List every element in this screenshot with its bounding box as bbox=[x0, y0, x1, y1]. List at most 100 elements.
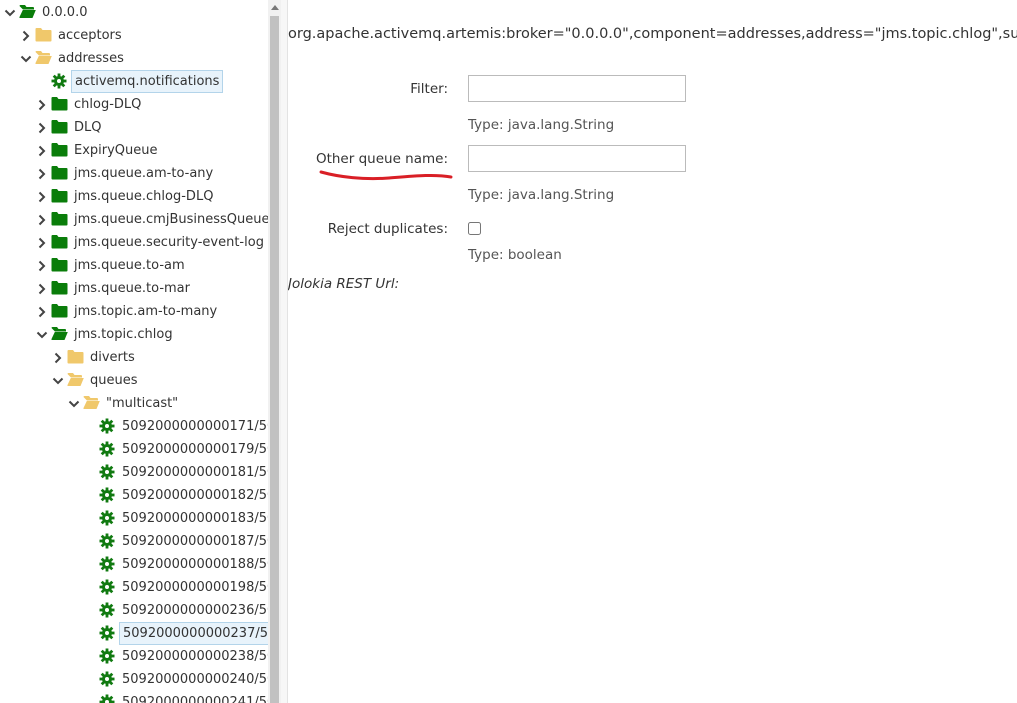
tree-node[interactable]: activemq.notifications bbox=[0, 70, 268, 93]
tree-node-label[interactable]: addresses bbox=[55, 47, 127, 70]
chevron-right-icon[interactable] bbox=[19, 24, 33, 47]
tree-node-label[interactable]: queues bbox=[87, 369, 141, 392]
tree-node[interactable]: acceptors bbox=[0, 24, 268, 47]
tree-node-label[interactable]: 5092000000000183/50 bbox=[119, 507, 268, 530]
pane-splitter[interactable] bbox=[281, 0, 288, 703]
tree-node-label[interactable]: 5092000000000240/50 bbox=[119, 668, 268, 691]
tree-scrollbar[interactable] bbox=[268, 0, 281, 703]
tree-node[interactable]: jms.topic.chlog bbox=[0, 323, 268, 346]
tree-node[interactable]: 5092000000000183/50 bbox=[0, 507, 268, 530]
tree-node-label[interactable]: jms.queue.to-am bbox=[71, 254, 188, 277]
chevron-right-icon[interactable] bbox=[51, 346, 65, 369]
tree-node[interactable]: 5092000000000236/50 bbox=[0, 599, 268, 622]
chevron-down-icon[interactable] bbox=[67, 392, 81, 415]
folder-open-icon bbox=[51, 326, 68, 342]
tree-node-label[interactable]: 5092000000000182/50 bbox=[119, 484, 268, 507]
tree-node[interactable]: addresses bbox=[0, 47, 268, 70]
reject-duplicates-type-text: Type: boolean bbox=[468, 247, 562, 263]
scrollbar-thumb[interactable] bbox=[270, 16, 279, 703]
gear-icon bbox=[51, 73, 68, 89]
tree-node[interactable]: 5092000000000179/50 bbox=[0, 438, 268, 461]
chevron-down-icon[interactable] bbox=[3, 1, 17, 24]
tree-node-label[interactable]: 5092000000000187/50 bbox=[119, 530, 268, 553]
folder-icon bbox=[51, 211, 68, 227]
tree-node[interactable]: jms.queue.chlog-DLQ bbox=[0, 185, 268, 208]
folder-open-icon bbox=[19, 4, 36, 20]
chevron-right-icon[interactable] bbox=[35, 254, 49, 277]
tree-node[interactable]: 5092000000000188/50 bbox=[0, 553, 268, 576]
tree-node-label[interactable]: jms.topic.am-to-many bbox=[71, 300, 220, 323]
tree-node[interactable]: jms.queue.to-mar bbox=[0, 277, 268, 300]
tree-node-label[interactable]: jms.queue.chlog-DLQ bbox=[71, 185, 216, 208]
tree-node-label[interactable]: 5092000000000188/50 bbox=[119, 553, 268, 576]
chevron-right-icon[interactable] bbox=[35, 277, 49, 300]
tree-node[interactable]: diverts bbox=[0, 346, 268, 369]
chevron-down-icon[interactable] bbox=[19, 47, 33, 70]
tree-node[interactable]: 5092000000000241/50 bbox=[0, 691, 268, 703]
tree-node-label[interactable]: 5092000000000179/50 bbox=[119, 438, 268, 461]
gear-icon bbox=[99, 648, 116, 664]
tree-node-label[interactable]: 5092000000000238/50 bbox=[119, 645, 268, 668]
tree-node[interactable]: 5092000000000181/50 bbox=[0, 461, 268, 484]
gear-icon bbox=[99, 694, 116, 703]
tree-node[interactable]: 5092000000000182/50 bbox=[0, 484, 268, 507]
tree-node-label[interactable]: DLQ bbox=[71, 116, 105, 139]
tree-node[interactable]: 5092000000000198/50 bbox=[0, 576, 268, 599]
tree-node-label[interactable]: ExpiryQueue bbox=[71, 139, 161, 162]
tree-node-label[interactable]: jms.queue.security-event-log bbox=[71, 231, 267, 254]
jmx-tree: 0.0.0.0 acceptors addresses activemq.notifi… bbox=[0, 0, 268, 703]
other-queue-name-type-text: Type: java.lang.String bbox=[468, 187, 615, 203]
tree-node[interactable]: "multicast" bbox=[0, 392, 268, 415]
tree-node-label[interactable]: 5092000000000198/50 bbox=[119, 576, 268, 599]
tree-node-label[interactable]: jms.queue.cmjBusinessQueue bbox=[71, 208, 268, 231]
tree-node-label[interactable]: activemq.notifications bbox=[71, 70, 224, 93]
tree-node[interactable]: DLQ bbox=[0, 116, 268, 139]
chevron-right-icon[interactable] bbox=[35, 231, 49, 254]
tree-node-label[interactable]: 5092000000000181/50 bbox=[119, 461, 268, 484]
tree-node[interactable]: 5092000000000171/50 bbox=[0, 415, 268, 438]
filter-input[interactable] bbox=[468, 75, 686, 102]
chevron-right-icon[interactable] bbox=[35, 208, 49, 231]
tree-node-label[interactable]: jms.queue.to-mar bbox=[71, 277, 193, 300]
tree-node-label[interactable]: acceptors bbox=[55, 24, 125, 47]
chevron-right-icon[interactable] bbox=[35, 139, 49, 162]
reject-duplicates-checkbox[interactable] bbox=[468, 222, 481, 235]
tree-node[interactable]: jms.topic.am-to-many bbox=[0, 300, 268, 323]
tree-node[interactable]: jms.queue.security-event-log bbox=[0, 231, 268, 254]
tree-node-label[interactable]: 0.0.0.0 bbox=[39, 1, 90, 24]
tree-node-label[interactable]: jms.topic.chlog bbox=[71, 323, 176, 346]
tree-node[interactable]: 5092000000000187/50 bbox=[0, 530, 268, 553]
scroll-up-arrow-icon[interactable] bbox=[268, 0, 281, 14]
chevron-right-icon[interactable] bbox=[35, 162, 49, 185]
chevron-right-icon[interactable] bbox=[35, 300, 49, 323]
tree-node[interactable]: 0.0.0.0 bbox=[0, 1, 268, 24]
chevron-right-icon[interactable] bbox=[35, 116, 49, 139]
red-handdrawn-underline bbox=[319, 170, 453, 181]
folder-icon bbox=[51, 303, 68, 319]
other-queue-name-input[interactable] bbox=[468, 145, 686, 172]
tree-node-label[interactable]: 5092000000000241/50 bbox=[119, 691, 268, 703]
tree-node-label[interactable]: 5092000000000171/50 bbox=[119, 415, 268, 438]
tree-node[interactable]: jms.queue.cmjBusinessQueue bbox=[0, 208, 268, 231]
tree-node[interactable]: jms.queue.am-to-any bbox=[0, 162, 268, 185]
chevron-right-icon[interactable] bbox=[35, 93, 49, 116]
tree-node-label[interactable]: chlog-DLQ bbox=[71, 93, 144, 116]
tree-node[interactable]: 5092000000000238/50 bbox=[0, 645, 268, 668]
chevron-down-icon[interactable] bbox=[51, 369, 65, 392]
chevron-right-icon[interactable] bbox=[35, 185, 49, 208]
tree-node[interactable]: queues bbox=[0, 369, 268, 392]
reject-duplicates-label: Reject duplicates: bbox=[327, 221, 448, 237]
tree-node-label[interactable]: 5092000000000236/50 bbox=[119, 599, 268, 622]
tree-node-label[interactable]: 5092000000000237/50 bbox=[119, 622, 268, 645]
tree-node[interactable]: 5092000000000237/50 bbox=[0, 622, 268, 645]
tree-node-label[interactable]: "multicast" bbox=[103, 392, 181, 415]
tree-node[interactable]: 5092000000000240/50 bbox=[0, 668, 268, 691]
tree-node[interactable]: chlog-DLQ bbox=[0, 93, 268, 116]
tree-node-label[interactable]: jms.queue.am-to-any bbox=[71, 162, 216, 185]
tree-node-label[interactable]: diverts bbox=[87, 346, 138, 369]
chevron-down-icon[interactable] bbox=[35, 323, 49, 346]
jolokia-rest-url-label: Jolokia REST Url: bbox=[288, 276, 400, 292]
tree-node[interactable]: jms.queue.to-am bbox=[0, 254, 268, 277]
folder-icon bbox=[51, 165, 68, 181]
tree-node[interactable]: ExpiryQueue bbox=[0, 139, 268, 162]
